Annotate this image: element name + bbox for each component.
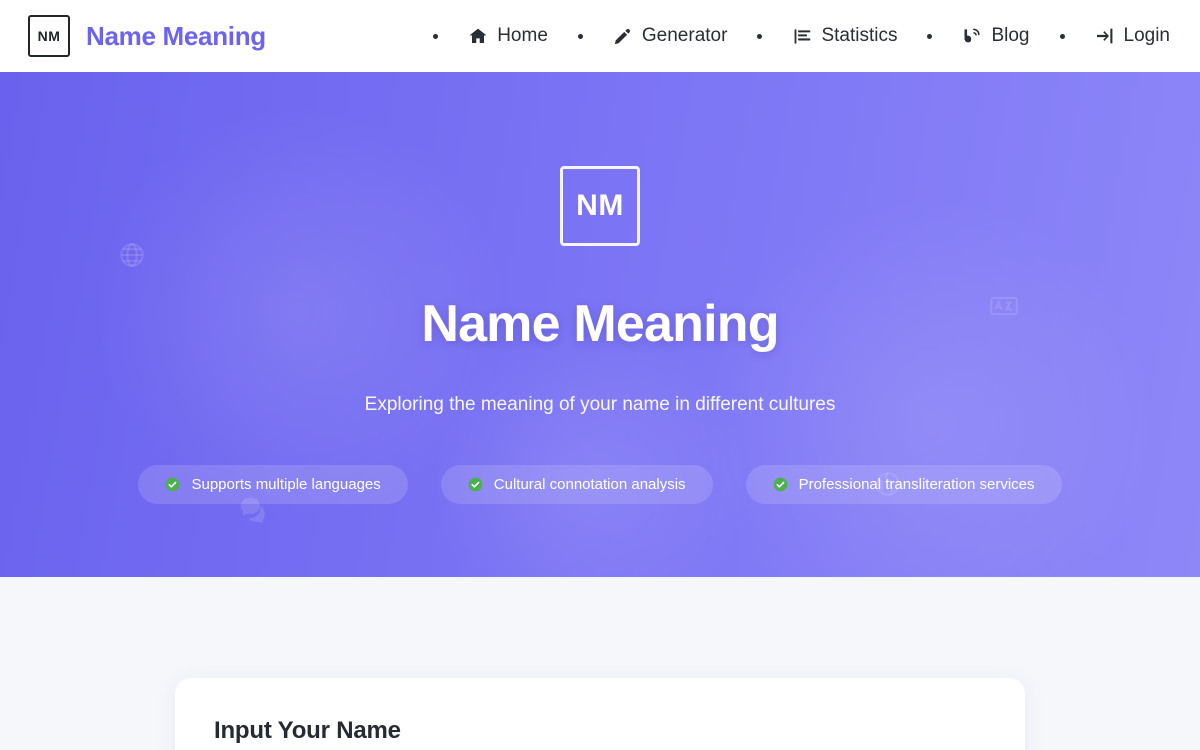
nav-separator-dot (577, 33, 583, 39)
blog-rss-icon (962, 26, 982, 46)
check-circle-icon (773, 477, 787, 492)
card-title: Input Your Name (214, 717, 401, 744)
nav-separator-dot (927, 33, 933, 39)
input-your-name-card: Input Your Name (175, 678, 1025, 750)
top-navigation-bar: NM Name Meaning Home Generator Statistic… (0, 0, 1200, 72)
nav-item-home[interactable]: Home (468, 25, 548, 47)
feature-pill-label: Professional transliteration services (798, 476, 1035, 493)
nav-item-blog[interactable]: Blog (962, 25, 1030, 47)
navigation-menu: Home Generator Statistics Blog Login (403, 25, 1170, 47)
nav-item-generator-label: Generator (641, 25, 728, 46)
pencil-icon (613, 26, 633, 46)
nav-separator-dot (1059, 33, 1065, 39)
content-section: Input Your Name (0, 577, 1200, 750)
feature-pill-cultural-connotation[interactable]: Cultural connotation analysis (440, 465, 713, 504)
nav-item-generator[interactable]: Generator (613, 25, 728, 47)
nav-item-statistics[interactable]: Statistics (792, 25, 897, 47)
nav-item-blog-label: Blog (991, 25, 1030, 46)
brand-logo-text: NM (37, 28, 61, 44)
nav-separator-dot (757, 33, 763, 39)
nav-item-home-label: Home (497, 25, 548, 46)
brand-logo-mark: NM (28, 15, 70, 57)
brand-name: Name Meaning (86, 20, 266, 51)
brand-logo-link[interactable]: NM Name Meaning (28, 15, 266, 57)
feature-pill-transliteration-services[interactable]: Professional transliteration services (745, 465, 1062, 504)
feature-pill-multiple-languages[interactable]: Supports multiple languages (138, 465, 408, 504)
feature-pill-label: Cultural connotation analysis (493, 476, 686, 493)
check-circle-icon (166, 477, 180, 492)
hero-subtitle: Exploring the meaning of your name in di… (364, 394, 836, 415)
sign-in-icon (1095, 26, 1115, 46)
hero-glow-decoration (700, 192, 1160, 577)
nav-item-statistics-label: Statistics (821, 25, 898, 46)
nav-item-login-label: Login (1123, 25, 1171, 46)
bar-chart-icon (792, 26, 812, 46)
feature-pill-label: Supports multiple languages (191, 476, 381, 493)
nav-separator-dot (433, 33, 439, 39)
hero-logo-mark: NM (560, 166, 640, 246)
hero-glow-decoration (430, 322, 750, 577)
hero-feature-pill-row: Supports multiple languages Cultural con… (138, 465, 1062, 504)
nav-item-login[interactable]: Login (1095, 25, 1171, 47)
hero-title: Name Meaning (421, 295, 779, 353)
check-circle-icon (468, 477, 483, 492)
translate-icon (989, 291, 1019, 321)
hero-section: NM Name Meaning Exploring the meaning of… (0, 72, 1200, 577)
home-icon (468, 26, 488, 46)
globe-icon (118, 241, 146, 269)
hero-logo-text: NM (576, 189, 624, 222)
